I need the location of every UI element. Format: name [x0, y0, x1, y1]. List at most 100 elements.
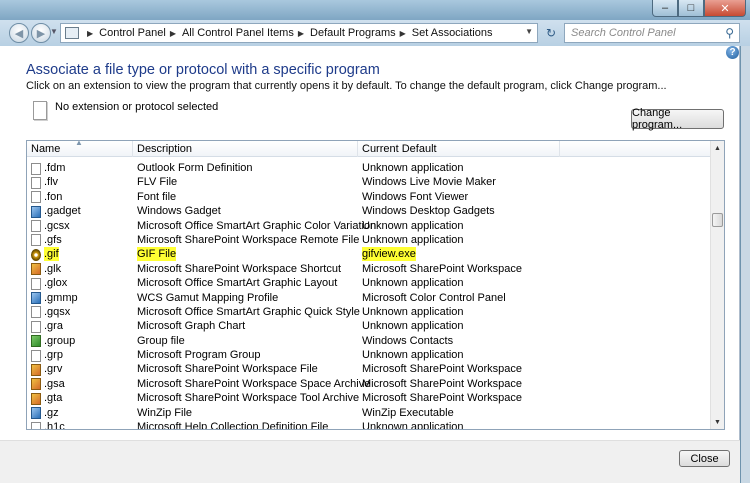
- current-default-cell: Unknown application: [362, 421, 464, 430]
- scroll-thumb[interactable]: [712, 213, 723, 227]
- close-icon[interactable]: ✕: [704, 0, 746, 17]
- extension-label: .group: [44, 334, 76, 347]
- list-item[interactable]: .gsa Microsoft SharePoint Workspace Space…: [27, 377, 711, 391]
- description-cell: FLV File: [137, 176, 178, 189]
- file-type-icon: [31, 205, 41, 218]
- list-item[interactable]: .gadget Windows Gadget Windows Desktop Gad…: [27, 204, 711, 218]
- breadcrumb-arrow-icon[interactable]: ▶: [298, 29, 304, 38]
- column-description-label: Description: [137, 143, 193, 155]
- extension-cell: .gqsx: [31, 305, 70, 319]
- list-item[interactable]: .flv FLV File Windows Live Movie Maker: [27, 175, 711, 189]
- current-default-cell: Unknown application: [362, 320, 464, 333]
- page-title: Associate a file type or protocol with a…: [26, 62, 380, 78]
- extension-label: .gadget: [44, 205, 81, 218]
- current-default-cell: Unknown application: [362, 305, 464, 318]
- minimize-icon[interactable]: –: [652, 0, 678, 17]
- column-header-current-default[interactable]: Current Default: [358, 141, 560, 157]
- breadcrumb-default-programs[interactable]: Default Programs: [310, 27, 396, 39]
- list-item[interactable]: .gfs Microsoft SharePoint Workspace Remot…: [27, 233, 711, 247]
- file-type-icon: [31, 220, 41, 233]
- breadcrumb-all-items[interactable]: All Control Panel Items: [182, 27, 294, 39]
- list-item[interactable]: .grv Microsoft SharePoint Workspace File M…: [27, 362, 711, 376]
- list-item[interactable]: .fdm Outlook Form Definition Unknown appli…: [27, 161, 711, 175]
- extension-label: .grp: [44, 349, 63, 362]
- list-item[interactable]: .gcsx Microsoft Office SmartArt Graphic C…: [27, 219, 711, 233]
- list-item[interactable]: .gmmp WCS Gamut Mapping Profile Microsoft …: [27, 291, 711, 305]
- file-type-icon: [31, 306, 41, 319]
- breadcrumb-arrow-icon[interactable]: ▶: [170, 29, 176, 38]
- list-item[interactable]: .gqsx Microsoft Office SmartArt Graphic Q…: [27, 305, 711, 319]
- extension-cell: .gadget: [31, 204, 81, 218]
- list-item[interactable]: .h1c Microsoft Help Collection Definition…: [27, 420, 711, 429]
- list-item[interactable]: .fon Font file Windows Font Viewer: [27, 190, 711, 204]
- extension-label: .gsa: [44, 377, 65, 390]
- extension-label: .glk: [44, 262, 62, 275]
- maximize-icon[interactable]: □: [678, 0, 704, 17]
- window-controls: – □ ✕: [652, 0, 746, 18]
- search-placeholder: Search Control Panel: [571, 27, 676, 39]
- back-arrow-icon[interactable]: ◀: [9, 23, 29, 43]
- current-default-cell: Unknown application: [362, 219, 464, 232]
- close-button[interactable]: Close: [679, 450, 730, 467]
- address-bar[interactable]: ▶ Control Panel ▶ All Control Panel Item…: [60, 23, 538, 43]
- current-default-cell: Unknown application: [362, 277, 464, 290]
- address-dropdown-icon[interactable]: ▼: [525, 27, 533, 36]
- description-cell: Microsoft SharePoint Workspace Space Arc…: [137, 377, 371, 390]
- search-icon[interactable]: ⚲: [725, 26, 734, 40]
- list-item[interactable]: .glk Microsoft SharePoint Workspace Short…: [27, 262, 711, 276]
- extension-cell: .gta: [31, 391, 62, 405]
- page-instructions: Click on an extension to view the progra…: [26, 80, 667, 92]
- search-input[interactable]: Search Control Panel ⚲: [564, 23, 740, 43]
- list-item[interactable]: .gif GIF File gifview.exe: [27, 247, 711, 262]
- list-item[interactable]: .group Group file Windows Contacts: [27, 334, 711, 348]
- blank-document-icon: [33, 101, 47, 120]
- refresh-icon[interactable]: ↻: [542, 25, 560, 41]
- file-type-icon: [31, 378, 41, 391]
- list-item[interactable]: .gz WinZip File WinZip Executable: [27, 406, 711, 420]
- description-cell: WCS Gamut Mapping Profile: [137, 291, 279, 304]
- list-rows: .fdm Outlook Form Definition Unknown appli…: [27, 161, 711, 429]
- list-item[interactable]: .grp Microsoft Program Group Unknown appli…: [27, 348, 711, 362]
- associations-list[interactable]: Name ▲ Description Current Default .fdm O…: [26, 140, 725, 430]
- extension-cell: .gsa: [31, 377, 65, 391]
- scroll-up-icon[interactable]: ▲: [711, 141, 724, 155]
- breadcrumb-control-panel[interactable]: Control Panel: [99, 27, 166, 39]
- description-cell: Font file: [137, 190, 177, 203]
- breadcrumb-arrow-icon[interactable]: ▶: [400, 29, 406, 38]
- extension-label: .flv: [44, 176, 59, 189]
- extension-cell: .gmmp: [31, 291, 78, 305]
- current-default-cell: gifview.exe: [362, 247, 416, 262]
- vertical-scrollbar[interactable]: ▲ ▼: [710, 141, 724, 429]
- breadcrumb-arrow-icon[interactable]: ▶: [87, 29, 93, 38]
- selection-status: No extension or protocol selected: [55, 101, 219, 113]
- column-header-description[interactable]: Description: [133, 141, 358, 157]
- extension-label: .gcsx: [44, 219, 70, 232]
- list-item[interactable]: .gra Microsoft Graph Chart Unknown applica…: [27, 319, 711, 333]
- help-icon[interactable]: ?: [726, 46, 739, 59]
- extension-cell: .flv: [31, 175, 58, 189]
- current-default-cell: Microsoft SharePoint Workspace: [362, 392, 522, 405]
- breadcrumb-set-associations[interactable]: Set Associations: [412, 27, 493, 39]
- file-type-icon: [31, 392, 41, 405]
- change-program-button[interactable]: Change program...: [631, 107, 724, 131]
- column-default-label: Current Default: [362, 143, 437, 155]
- scroll-down-icon[interactable]: ▼: [711, 415, 724, 429]
- description-cell: Microsoft Office SmartArt Graphic Color …: [137, 219, 377, 232]
- extension-cell: .gra: [31, 319, 63, 333]
- file-type-icon: [31, 407, 41, 420]
- description-cell: Microsoft Graph Chart: [137, 320, 246, 333]
- description-cell: Microsoft SharePoint Workspace Tool Arch…: [137, 392, 360, 405]
- extension-label: .gz: [44, 406, 59, 419]
- current-default-cell: Microsoft Color Control Panel: [362, 291, 506, 304]
- list-item[interactable]: .glox Microsoft Office SmartArt Graphic L…: [27, 276, 711, 290]
- recent-pages-dropdown-icon[interactable]: ▼: [50, 27, 58, 36]
- file-type-icon: [31, 176, 41, 189]
- gif-file-icon: [31, 248, 41, 261]
- forward-arrow-icon[interactable]: ▶: [31, 23, 51, 43]
- navigation-bar: ◀ ▶ ▼ ▶ Control Panel ▶ All Control Pane…: [0, 20, 750, 46]
- description-cell: GIF File: [137, 247, 177, 262]
- list-item[interactable]: .gta Microsoft SharePoint Workspace Tool …: [27, 391, 711, 405]
- file-type-icon: [31, 320, 41, 333]
- column-header-name[interactable]: Name ▲: [27, 141, 133, 157]
- extension-cell: .gfs: [31, 233, 62, 247]
